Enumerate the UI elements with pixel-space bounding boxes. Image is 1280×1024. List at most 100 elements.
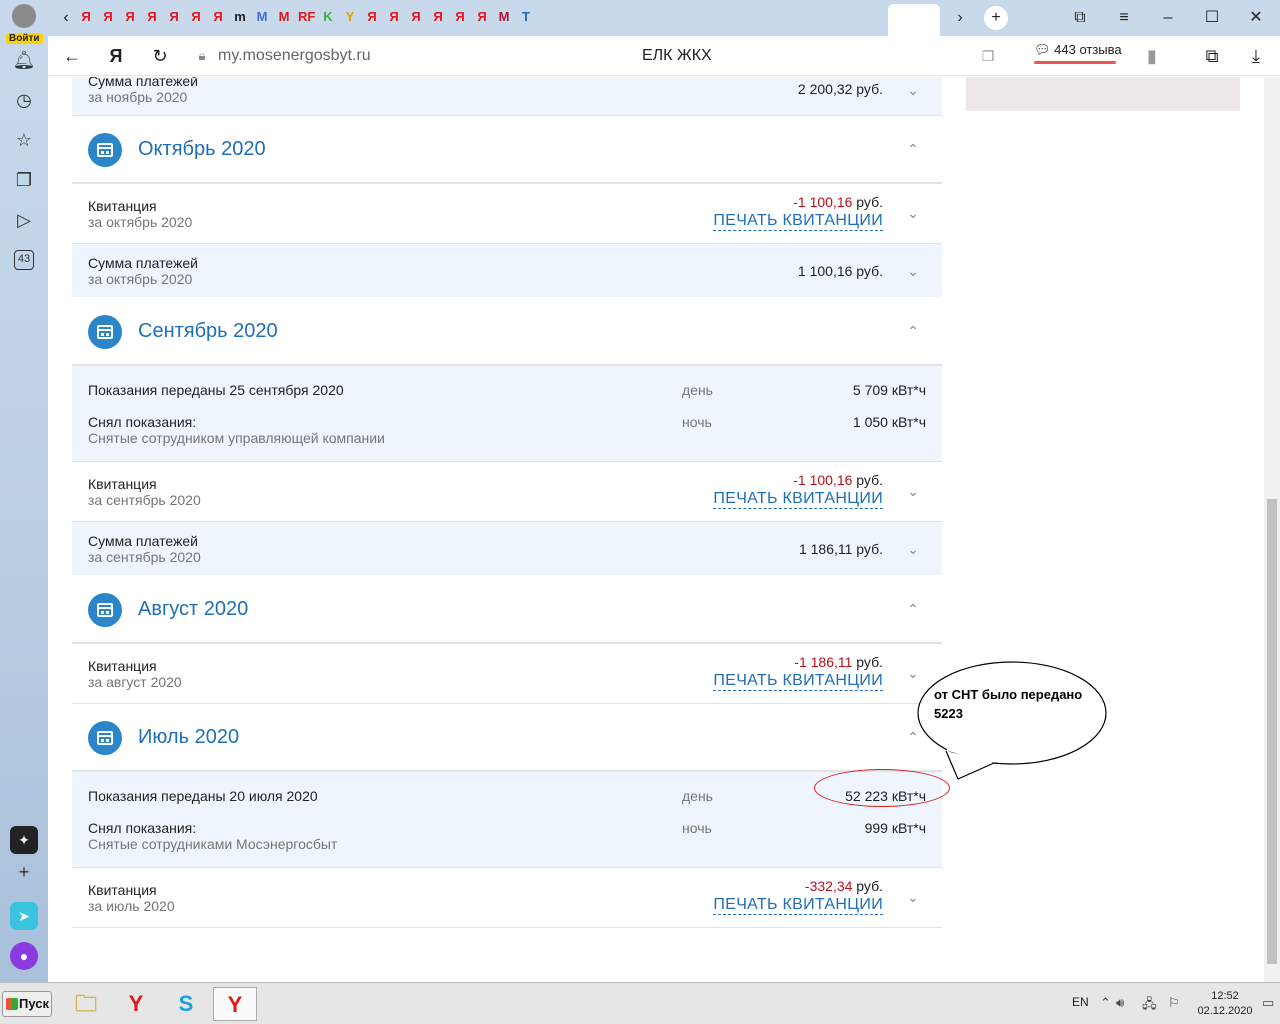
reload-icon[interactable]: ↻	[148, 44, 172, 68]
month-header-july[interactable]: Июль 2020 ⌃	[72, 704, 942, 772]
network-icon[interactable]: 🖧	[1142, 995, 1157, 1017]
receipt-amount: -1 186,11 руб.	[794, 654, 883, 670]
history-icon[interactable]: ◷	[12, 88, 36, 112]
chevron-down-icon[interactable]: ⌄	[906, 264, 920, 278]
chevron-down-icon[interactable]: ⌄	[906, 206, 920, 220]
url-field[interactable]: my.mosenergosbyt.ru	[218, 47, 371, 65]
volume-icon[interactable]: 🔊︎	[1116, 995, 1124, 1011]
sparkle-icon[interactable]: ✦	[10, 826, 38, 854]
payment-amount: 2 200,32 руб.	[797, 81, 883, 97]
tab-favicon-icon[interactable]: M	[254, 9, 270, 25]
tab-favicon-icon[interactable]: m	[232, 9, 248, 25]
flag-icon[interactable]: ⚐	[1168, 995, 1180, 1011]
comment-icon: 💬︎	[1034, 42, 1051, 57]
close-icon[interactable]: ✕	[1244, 6, 1268, 30]
chevron-down-icon[interactable]: ⌄	[906, 542, 920, 556]
copy-icon[interactable]: ❐	[976, 44, 1000, 68]
language-indicator[interactable]: EN	[1072, 995, 1089, 1009]
start-button[interactable]: Пуск	[2, 991, 52, 1017]
chevron-up-icon[interactable]: ⌃	[906, 142, 920, 156]
tab-active[interactable]	[888, 4, 940, 36]
yandex-icon[interactable]: Я	[104, 44, 128, 68]
tab-favicon-icon[interactable]: Я	[100, 9, 116, 25]
yandex-browser-icon[interactable]: Y	[114, 987, 158, 1021]
tabs-counter-icon[interactable]: 43	[12, 248, 36, 272]
scrollbar-thumb[interactable]	[1267, 499, 1277, 964]
collections-icon[interactable]: ❐	[12, 168, 36, 192]
alice-icon[interactable]: ●	[10, 942, 38, 970]
tab-favicon-icon[interactable]: K	[320, 9, 336, 25]
tab-manager-icon[interactable]: ⧉	[1068, 6, 1092, 30]
month-header-august[interactable]: Август 2020 ⌃	[72, 576, 942, 644]
bookmark-icon[interactable]: ▮	[1140, 44, 1164, 68]
print-receipt-link[interactable]: ПЕЧАТЬ КВИТАНЦИИ	[713, 896, 883, 915]
tab-favicon-icon[interactable]: M	[496, 9, 512, 25]
receipt-row[interactable]: Квитанция за август 2020 -1 186,11 руб. …	[72, 644, 942, 704]
page-title: ЕЛК ЖКХ	[642, 47, 712, 64]
tab-favicon-icon[interactable]: Я	[474, 9, 490, 25]
print-receipt-link[interactable]: ПЕЧАТЬ КВИТАНЦИИ	[713, 672, 883, 691]
calendar-icon	[88, 133, 122, 167]
payment-row[interactable]: Сумма платежей за сентябрь 2020 1 186,11…	[72, 522, 942, 575]
clock[interactable]: 12:52 02.12.2020	[1194, 989, 1256, 1019]
add-icon[interactable]: +	[12, 860, 36, 884]
download-icon[interactable]: ⤓	[1244, 44, 1268, 68]
print-receipt-link[interactable]: ПЕЧАТЬ КВИТАНЦИИ	[713, 212, 883, 231]
tab-favicon-icon[interactable]: Я	[408, 9, 424, 25]
payment-row[interactable]: Сумма платежей за ноябрь 2020 2 200,32 р…	[72, 77, 942, 116]
tab-favicon-icon[interactable]: RF	[298, 9, 315, 25]
payment-period: за сентябрь 2020	[88, 549, 201, 565]
new-tab-icon[interactable]: +	[984, 6, 1008, 30]
tab-favicon-icon[interactable]: Я	[144, 9, 160, 25]
tab-favicon-icon[interactable]: M	[276, 9, 292, 25]
tab-favicon-icon[interactable]: Я	[364, 9, 380, 25]
month-header-october[interactable]: Октябрь 2020 ⌃	[72, 116, 942, 184]
play-icon[interactable]: ▷	[12, 208, 36, 232]
tab-favicon-icon[interactable]: Я	[188, 9, 204, 25]
star-icon[interactable]: ☆	[12, 128, 36, 152]
tab-favicon-icon[interactable]: Y	[342, 9, 358, 25]
tab-favicon-icon[interactable]: T	[518, 9, 534, 25]
print-receipt-link[interactable]: ПЕЧАТЬ КВИТАНЦИИ	[713, 490, 883, 509]
show-desktop-icon[interactable]: ▭	[1262, 995, 1274, 1011]
maximize-icon[interactable]: ☐	[1200, 6, 1224, 30]
tab-favicon-icon[interactable]: Я	[210, 9, 226, 25]
yandex-browser-active-icon[interactable]: Y	[213, 987, 257, 1021]
tab-favicon-icon[interactable]: Я	[122, 9, 138, 25]
bell-icon[interactable]: 🔔︎	[12, 48, 36, 72]
skype-icon[interactable]: S	[164, 987, 208, 1021]
chevron-up-icon[interactable]: ⌃	[906, 324, 920, 338]
back-icon[interactable]: ←	[60, 44, 84, 68]
payment-period: за ноябрь 2020	[88, 89, 188, 105]
month-header-september[interactable]: Сентябрь 2020 ⌃	[72, 298, 942, 366]
month-title: Июль 2020	[138, 726, 240, 748]
payment-row[interactable]: Сумма платежей за октябрь 2020 1 100,16 …	[72, 244, 942, 297]
receipt-row[interactable]: Квитанция за октябрь 2020 -1 100,16 руб.…	[72, 184, 942, 244]
minimize-icon[interactable]: –	[1156, 6, 1180, 30]
explorer-icon[interactable]: 🗀	[64, 987, 108, 1021]
tabs-scroll-left-icon[interactable]: ‹	[54, 6, 78, 30]
taskbar: Пуск 🗀 Y S Y EN ⌃ 🔊︎ 🖧 ⚐ 12:52 02.12.2020…	[0, 982, 1280, 1024]
tab-favicon-icon[interactable]: Я	[430, 9, 446, 25]
reader-icon[interactable]: ⧉	[1200, 44, 1224, 68]
receipt-row[interactable]: Квитанция за сентябрь 2020 -1 100,16 руб…	[72, 462, 942, 522]
tabs-scroll-right-icon[interactable]: ›	[948, 6, 972, 30]
reviews-badge[interactable]: 💬︎ 443 отзыва	[1034, 42, 1122, 64]
scrollbar[interactable]	[1264, 77, 1280, 982]
tab-favicon-icon[interactable]: Я	[78, 9, 94, 25]
receipt-row[interactable]: Квитанция за июль 2020 -332,34 руб. ПЕЧА…	[72, 868, 942, 928]
messenger-icon[interactable]: ➤	[10, 902, 38, 930]
tab-favicon-icon[interactable]: Я	[386, 9, 402, 25]
chevron-down-icon[interactable]: ⌄	[906, 484, 920, 498]
menu-icon[interactable]: ≡	[1112, 6, 1136, 30]
taken-by: Снятые сотрудниками Мосэнергосбыт	[88, 836, 338, 852]
chevron-down-icon[interactable]: ⌄	[906, 890, 920, 904]
tab-favicon-icon[interactable]: Я	[452, 9, 468, 25]
chevron-down-icon[interactable]: ⌄	[906, 83, 920, 97]
lock-icon[interactable]: 🔒︎	[190, 44, 214, 68]
chevron-up-icon[interactable]: ⌃	[906, 602, 920, 616]
tray-expand-icon[interactable]: ⌃	[1100, 995, 1111, 1011]
login-button[interactable]: Войти	[6, 4, 43, 44]
payment-title: Сумма платежей	[88, 77, 198, 89]
tab-favicon-icon[interactable]: Я	[166, 9, 182, 25]
